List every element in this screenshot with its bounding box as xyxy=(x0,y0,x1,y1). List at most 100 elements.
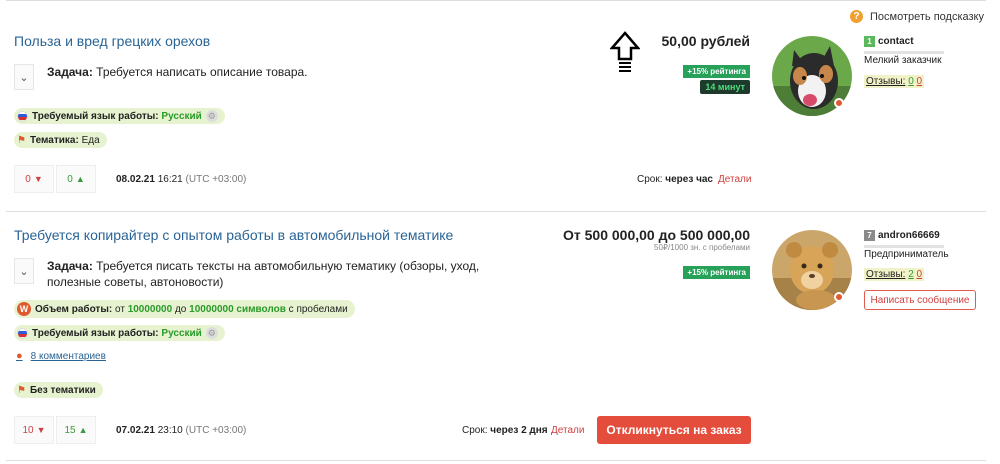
order-title[interactable]: Требуется копирайтер с опытом работы в а… xyxy=(14,227,453,243)
deadline-value: через час xyxy=(665,174,713,185)
volume-max: 10000000 символов xyxy=(189,303,286,315)
hint-label: Посмотреть подсказку xyxy=(870,10,984,23)
volume-to: до xyxy=(174,303,187,315)
language-label: Требуемый язык работы: xyxy=(32,327,159,339)
reviews-label: Отзывы: xyxy=(866,269,906,280)
question-icon: ? xyxy=(850,10,864,23)
user-level-badge: 7 xyxy=(864,230,875,241)
user-reviews[interactable]: Отзывы: 0 0 xyxy=(864,75,925,88)
comments-text: 8 комментариев xyxy=(30,350,106,362)
username[interactable]: 1 contact xyxy=(864,36,914,47)
reviews-negative: 0 xyxy=(916,269,923,280)
deadline: Срок: через 2 дня xyxy=(462,425,548,436)
time-badge: 14 минут xyxy=(700,80,750,94)
user-role: Мелкий заказчик xyxy=(864,55,942,66)
deadline-label: Срок: xyxy=(462,425,488,436)
expand-toggle[interactable]: ⌄ xyxy=(14,64,34,90)
dislike-button[interactable]: 0 ▼ xyxy=(14,165,54,193)
topic-pill: ⚑ Без тематики xyxy=(14,382,103,398)
comments-icon: ● xyxy=(16,350,23,362)
user-reviews[interactable]: Отзывы: 2 0 xyxy=(864,268,925,281)
volume-pill: W Объем работы: от 10000000 до 10000000 … xyxy=(14,300,355,318)
status-dot xyxy=(834,98,844,108)
details-link[interactable]: Детали xyxy=(551,425,584,436)
date-value: 08.02.21 xyxy=(116,174,155,185)
reviews-positive: 2 xyxy=(908,269,914,280)
date-value: 07.02.21 xyxy=(116,425,155,436)
rating-badge: +15% рейтинга xyxy=(683,266,750,279)
order-date: 08.02.21 16:21 (UTC +03:00) xyxy=(116,174,246,185)
chevron-down-icon: ⌄ xyxy=(19,71,29,84)
deadline-value: через 2 дня xyxy=(490,425,548,436)
thumbs-down-icon: ▼ xyxy=(36,425,46,435)
reviews-label: Отзывы: xyxy=(866,76,906,87)
dislike-button[interactable]: 10 ▼ xyxy=(14,416,54,444)
task-description: Задача: Требуется написать описание това… xyxy=(47,64,547,80)
order-title[interactable]: Польза и вред грецких орехов xyxy=(14,33,210,49)
order-price: 50,00 рублей xyxy=(661,33,750,49)
username[interactable]: 7 andron66669 xyxy=(864,230,940,241)
timezone: (UTC +03:00) xyxy=(185,425,247,436)
deadline: Срок: через час xyxy=(637,174,713,185)
tag-icon: ⚑ xyxy=(17,134,26,146)
order-price: От 500 000,00 до 500 000,00 xyxy=(563,227,750,243)
w-icon: W xyxy=(17,302,31,316)
task-label: Задача: xyxy=(47,259,93,273)
reviews-positive: 0 xyxy=(908,76,914,87)
language-value: Русский xyxy=(161,327,202,339)
user-progress-bar xyxy=(864,51,944,54)
username-text: andron66669 xyxy=(878,230,940,241)
username-text: contact xyxy=(878,36,914,47)
chevron-down-icon: ⌄ xyxy=(19,265,29,278)
dislike-count: 10 xyxy=(22,424,34,436)
dislike-count: 0 xyxy=(25,173,31,185)
details-link[interactable]: Детали xyxy=(718,174,751,185)
like-count: 0 xyxy=(67,173,73,185)
hint-link[interactable]: ? Посмотреть подсказку xyxy=(850,10,984,23)
language-pill: Требуемый язык работы: Русский ⚙ xyxy=(14,108,225,124)
topic-pill: ⚑ Тематика: Еда xyxy=(14,132,107,148)
rating-badge: +15% рейтинга xyxy=(683,65,750,78)
like-button[interactable]: 15 ▲ xyxy=(56,416,96,444)
order-divider xyxy=(6,211,986,212)
tag-icon: ⚑ xyxy=(17,384,26,396)
russia-flag-icon xyxy=(17,327,28,339)
volume-min: 10000000 xyxy=(127,303,173,315)
expand-toggle[interactable]: ⌄ xyxy=(14,258,34,284)
volume-suffix: с пробелами xyxy=(288,303,348,315)
topic-label: Тематика: xyxy=(29,134,79,146)
user-progress-bar xyxy=(864,245,944,248)
like-button[interactable]: 0 ▲ xyxy=(56,165,96,193)
reviews-negative: 0 xyxy=(916,76,923,87)
deadline-label: Срок: xyxy=(637,174,663,185)
language-label: Требуемый язык работы: xyxy=(32,110,159,122)
thumbs-down-icon: ▼ xyxy=(33,174,43,184)
russia-flag-icon xyxy=(17,110,28,122)
gear-icon: ⚙ xyxy=(205,110,218,122)
write-message-button[interactable]: Написать сообщение xyxy=(864,290,976,310)
like-count: 15 xyxy=(64,424,76,436)
topic-value: Еда xyxy=(81,134,100,146)
language-pill: Требуемый язык работы: Русский ⚙ xyxy=(14,325,225,341)
order-date: 07.02.21 23:10 (UTC +03:00) xyxy=(116,425,246,436)
top-divider xyxy=(6,0,986,1)
time-value: 16:21 xyxy=(157,174,183,185)
user-level-badge: 1 xyxy=(864,36,875,47)
topic-value: Без тематики xyxy=(29,384,96,396)
task-text: Требуется писать тексты на автомобильную… xyxy=(47,259,480,289)
task-label: Задача: xyxy=(47,65,93,79)
comments-link[interactable]: ● 8 комментариев xyxy=(16,350,106,362)
arrow-up-icon[interactable] xyxy=(610,31,640,73)
task-text: Требуется написать описание товара. xyxy=(96,65,308,79)
thumbs-up-icon: ▲ xyxy=(78,425,88,435)
thumbs-up-icon: ▲ xyxy=(75,174,85,184)
volume-label: Объем работы: xyxy=(35,303,113,315)
gear-icon: ⚙ xyxy=(205,327,218,339)
bottom-divider xyxy=(6,460,986,461)
language-value: Русский xyxy=(161,110,202,122)
respond-button[interactable]: Откликнуться на заказ xyxy=(597,416,751,444)
user-role: Предприниматель xyxy=(864,249,949,260)
price-per-unit: 50₽/1000 зн. с пробелами xyxy=(654,243,750,252)
task-description: Задача: Требуется писать тексты на автом… xyxy=(47,258,527,290)
timezone: (UTC +03:00) xyxy=(185,174,247,185)
